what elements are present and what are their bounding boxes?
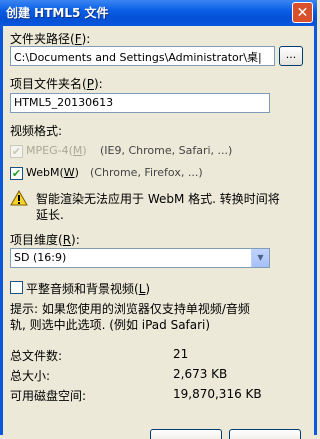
ok-button[interactable]: [150, 429, 222, 439]
flat-audio-checkbox[interactable]: [10, 281, 23, 294]
flat-audio-label[interactable]: 平整音频和背景视频(L): [26, 280, 150, 297]
folder-path-input[interactable]: C:\Documents and Settings\Administrator\…: [10, 46, 275, 66]
dimension-select[interactable]: SD (16:9) ▼: [10, 248, 270, 268]
mpeg4-note: (IE9, Chrome, Safari, ...): [100, 144, 233, 157]
mpeg4-checkbox: ✔: [10, 145, 23, 158]
free-space-value: 19,870,316 KB: [173, 387, 262, 401]
project-name-label: 项目文件夹名(P):: [10, 77, 103, 91]
window-frame-left: [0, 26, 3, 435]
webm-label[interactable]: WebM(W): [26, 166, 79, 179]
window-title: 创建 HTML5 文件: [6, 6, 109, 20]
close-icon: ✕: [296, 5, 309, 21]
project-name-input[interactable]: HTML5_20130613: [10, 93, 270, 113]
close-button[interactable]: ✕: [292, 2, 313, 23]
webm-checkbox[interactable]: ✔: [10, 167, 23, 180]
hint-line-2: 轨, 则选中此选项. (例如 iPad Safari): [10, 318, 211, 332]
warning-line-1: 智能渲染无法应用于 WebM 格式. 转换时间将: [36, 192, 280, 206]
dimension-label: 项目维度(R):: [10, 233, 80, 247]
video-format-label: 视频格式:: [10, 124, 63, 138]
browse-button[interactable]: ...: [279, 46, 303, 66]
warning-line-2: 延长.: [36, 208, 64, 222]
chevron-down-icon[interactable]: ▼: [251, 249, 269, 267]
webm-note: (Chrome, Firefox, ...): [90, 166, 203, 179]
hint-line-1: 提示: 如果您使用的浏览器仅支持单视频/音频: [10, 302, 250, 316]
total-size-label: 总大小:: [10, 369, 51, 383]
total-files-label: 总文件数:: [10, 349, 63, 363]
total-size-value: 2,673 KB: [173, 367, 228, 381]
free-space-label: 可用磁盘空间:: [10, 389, 87, 403]
warning-icon: [10, 190, 28, 206]
dimension-selected-value: SD (16:9): [14, 251, 67, 264]
folder-path-label: 文件夹路径(F):: [10, 32, 91, 46]
title-bar: 创建 HTML5 文件 ✕: [0, 0, 317, 26]
window-frame-right: [314, 26, 317, 435]
cancel-button[interactable]: [229, 429, 301, 439]
total-files-value: 21: [173, 347, 189, 361]
mpeg4-label: MPEG-4(M): [26, 144, 87, 157]
hint-text: 提示: 如果您使用的浏览器仅支持单视频/音频 轨, 则选中此选项. (例如 iP…: [10, 301, 310, 333]
